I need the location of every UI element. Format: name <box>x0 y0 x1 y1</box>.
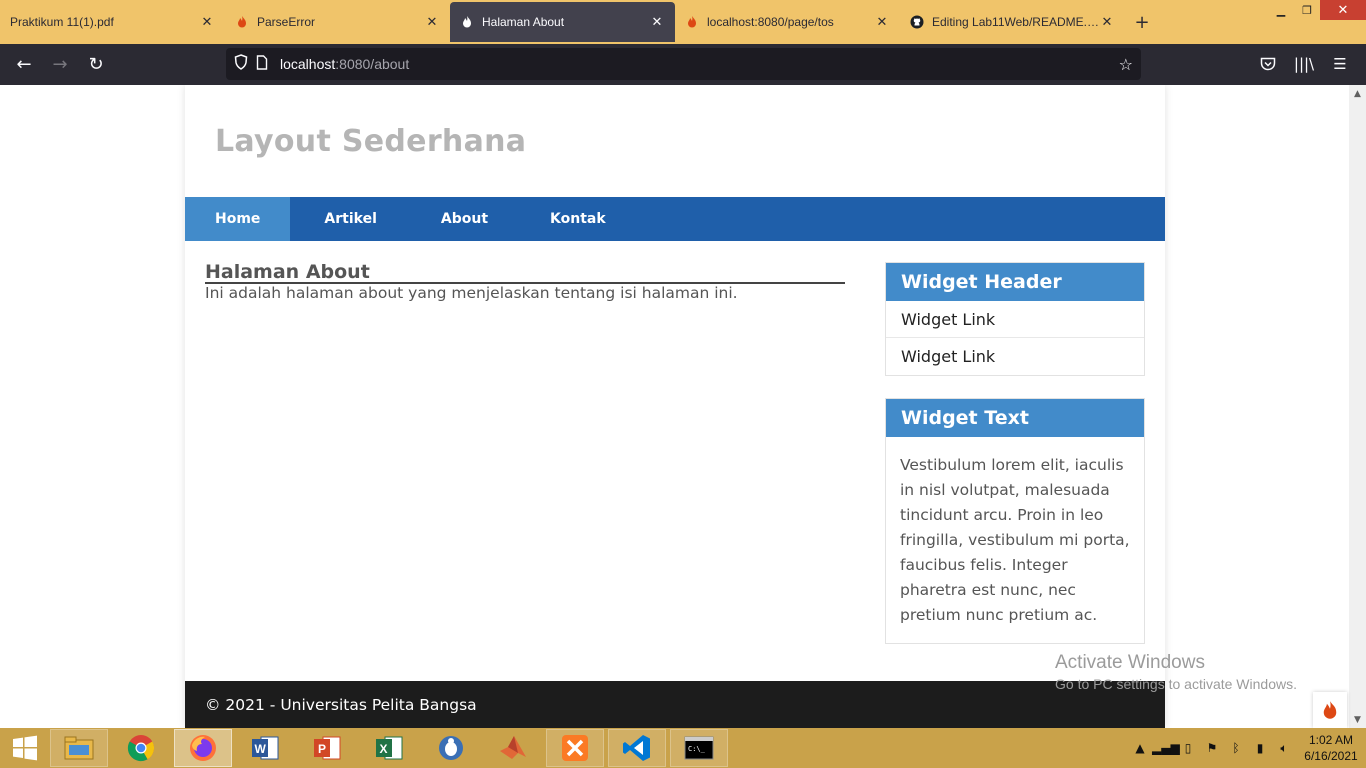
pocket-icon[interactable] <box>1250 48 1286 80</box>
vertical-scrollbar[interactable]: ▲ ▼ <box>1349 85 1366 728</box>
flag-icon[interactable]: ⚑ <box>1200 741 1224 755</box>
activate-subtitle: Go to PC settings to activate Windows. <box>1055 676 1297 692</box>
matlab-icon[interactable] <box>484 729 542 767</box>
system-clock[interactable]: 1:02 AM 6/16/2021 <box>1296 732 1366 764</box>
footer-text: © 2021 - Universitas Pelita Bangsa <box>205 695 477 714</box>
widget-header: Widget Text <box>886 399 1144 437</box>
browser-toolbar: ← → ↻ localhost:8080/about ☆ |||\ ☰ <box>0 44 1366 85</box>
shield-icon[interactable] <box>234 54 256 74</box>
chrome-icon[interactable] <box>112 729 170 767</box>
clock-time: 1:02 AM <box>1308 733 1354 747</box>
powerpoint-icon[interactable]: P <box>298 729 356 767</box>
codeigniter-icon <box>685 15 699 29</box>
svg-text:W: W <box>255 742 267 756</box>
menu-icon[interactable]: ☰ <box>1322 48 1358 80</box>
widget-header: Widget Header <box>886 263 1144 301</box>
file-explorer-icon[interactable] <box>50 729 108 767</box>
widget-links: Widget Header Widget Link Widget Link <box>885 262 1145 376</box>
site-container: Layout Sederhana Home Artikel About Kont… <box>185 85 1165 728</box>
tab-title: localhost:8080/page/tos <box>707 15 834 29</box>
firefox-icon[interactable] <box>174 729 232 767</box>
close-icon[interactable]: ✕ <box>649 14 665 30</box>
main-content: Halaman About Ini adalah halaman about y… <box>205 262 845 302</box>
library-icon[interactable]: |||\ <box>1286 48 1322 80</box>
network-icon[interactable]: ▮ <box>1248 741 1272 755</box>
close-icon[interactable]: ✕ <box>199 14 215 30</box>
close-icon[interactable]: ✕ <box>1099 14 1115 30</box>
page-icon[interactable] <box>256 54 280 74</box>
battery-icon[interactable]: ▯ <box>1176 741 1200 755</box>
window-controls: ▁ ❐ ✕ <box>1268 0 1366 20</box>
activate-windows-watermark: Activate Windows Go to PC settings to ac… <box>1055 652 1297 692</box>
windows-taskbar: W P X C:\_ ▲ ▂▄▆ ▯ ⚑ ᛒ ▮ 🔈︎ 1:02 AM 6/16… <box>0 728 1366 768</box>
tab-title: Halaman About <box>482 15 565 29</box>
widget-text-body: Vestibulum lorem elit, iaculis in nisl v… <box>900 456 1130 624</box>
chevron-up-icon[interactable]: ▲ <box>1128 741 1152 755</box>
signal-icon[interactable]: ▂▄▆ <box>1152 741 1180 755</box>
codeigniter-icon <box>235 15 249 29</box>
address-bar[interactable]: localhost:8080/about ☆ <box>226 48 1141 80</box>
close-icon[interactable]: ✕ <box>424 14 440 30</box>
site-footer: © 2021 - Universitas Pelita Bangsa <box>185 681 1165 728</box>
url-text[interactable]: localhost:8080/about <box>280 56 1119 72</box>
nav-about[interactable]: About <box>410 197 520 241</box>
tab-page-tos[interactable]: localhost:8080/page/tos ✕ <box>675 2 900 42</box>
vscode-icon[interactable] <box>608 729 666 767</box>
nav-home[interactable]: Home <box>185 197 291 241</box>
tab-parse-error[interactable]: ParseError ✕ <box>225 2 450 42</box>
svg-text:C:\_: C:\_ <box>688 745 706 753</box>
svg-text:P: P <box>318 742 326 756</box>
tab-title: Praktikum 11(1).pdf <box>10 15 114 29</box>
browser-tab-strip: Praktikum 11(1).pdf ✕ ParseError ✕ Halam… <box>0 0 1366 44</box>
toolbar-right: |||\ ☰ <box>1250 48 1358 80</box>
terminal-icon[interactable]: C:\_ <box>670 729 728 767</box>
minimize-icon[interactable]: ▁ <box>1268 0 1294 20</box>
sidebar: Widget Header Widget Link Widget Link Wi… <box>885 262 1145 666</box>
volume-icon[interactable]: 🔈︎ <box>1272 741 1296 756</box>
xampp-icon[interactable] <box>546 729 604 767</box>
svg-text:X: X <box>380 742 388 756</box>
url-host: localhost <box>280 56 336 72</box>
tab-halaman-about[interactable]: Halaman About ✕ <box>450 2 675 42</box>
window-close-icon[interactable]: ✕ <box>1320 0 1366 20</box>
tab-praktikum-pdf[interactable]: Praktikum 11(1).pdf ✕ <box>0 2 225 42</box>
github-icon <box>910 15 924 29</box>
new-tab-button[interactable]: + <box>1125 2 1159 42</box>
excel-icon[interactable]: X <box>360 729 418 767</box>
site-title: Layout Sederhana <box>215 123 527 159</box>
tab-title: Editing Lab11Web/README.md <box>932 15 1099 29</box>
close-icon[interactable]: ✕ <box>874 14 890 30</box>
codeigniter-icon <box>460 15 474 29</box>
reload-icon[interactable]: ↻ <box>78 49 114 81</box>
scroll-down-icon[interactable]: ▼ <box>1349 711 1366 728</box>
nav-artikel[interactable]: Artikel <box>290 197 409 241</box>
nav-kontak[interactable]: Kontak <box>520 197 636 241</box>
codeigniter-toolbar-icon[interactable] <box>1313 692 1347 728</box>
site-nav: Home Artikel About Kontak <box>185 197 1165 241</box>
back-arrow-icon[interactable]: ← <box>6 49 42 81</box>
bookmark-star-icon[interactable]: ☆ <box>1119 55 1133 74</box>
clock-date: 6/16/2021 <box>1304 749 1358 763</box>
restore-icon[interactable]: ❐ <box>1294 0 1320 20</box>
site-header: Layout Sederhana <box>185 85 1165 197</box>
page-heading: Halaman About <box>205 262 845 284</box>
word-icon[interactable]: W <box>236 729 294 767</box>
widget-link[interactable]: Widget Link <box>886 301 1144 338</box>
forward-arrow-icon[interactable]: → <box>42 49 78 81</box>
page-body: Ini adalah halaman about yang menjelaska… <box>205 284 738 302</box>
tab-github-readme[interactable]: Editing Lab11Web/README.md ✕ <box>900 2 1125 42</box>
activate-title: Activate Windows <box>1055 652 1205 673</box>
system-tray: ▲ ▂▄▆ ▯ ⚑ ᛒ ▮ 🔈︎ 1:02 AM 6/16/2021 <box>1128 728 1366 768</box>
widget-text: Widget Text Vestibulum lorem elit, iacul… <box>885 398 1145 644</box>
tab-title: ParseError <box>257 15 316 29</box>
bug-icon[interactable] <box>422 729 480 767</box>
url-path: :8080/about <box>335 56 410 72</box>
scroll-up-icon[interactable]: ▲ <box>1349 85 1366 102</box>
page-viewport: Layout Sederhana Home Artikel About Kont… <box>0 85 1349 728</box>
bluetooth-icon[interactable]: ᛒ <box>1224 741 1248 755</box>
widget-link[interactable]: Widget Link <box>886 338 1144 375</box>
windows-start-icon[interactable] <box>0 728 50 768</box>
